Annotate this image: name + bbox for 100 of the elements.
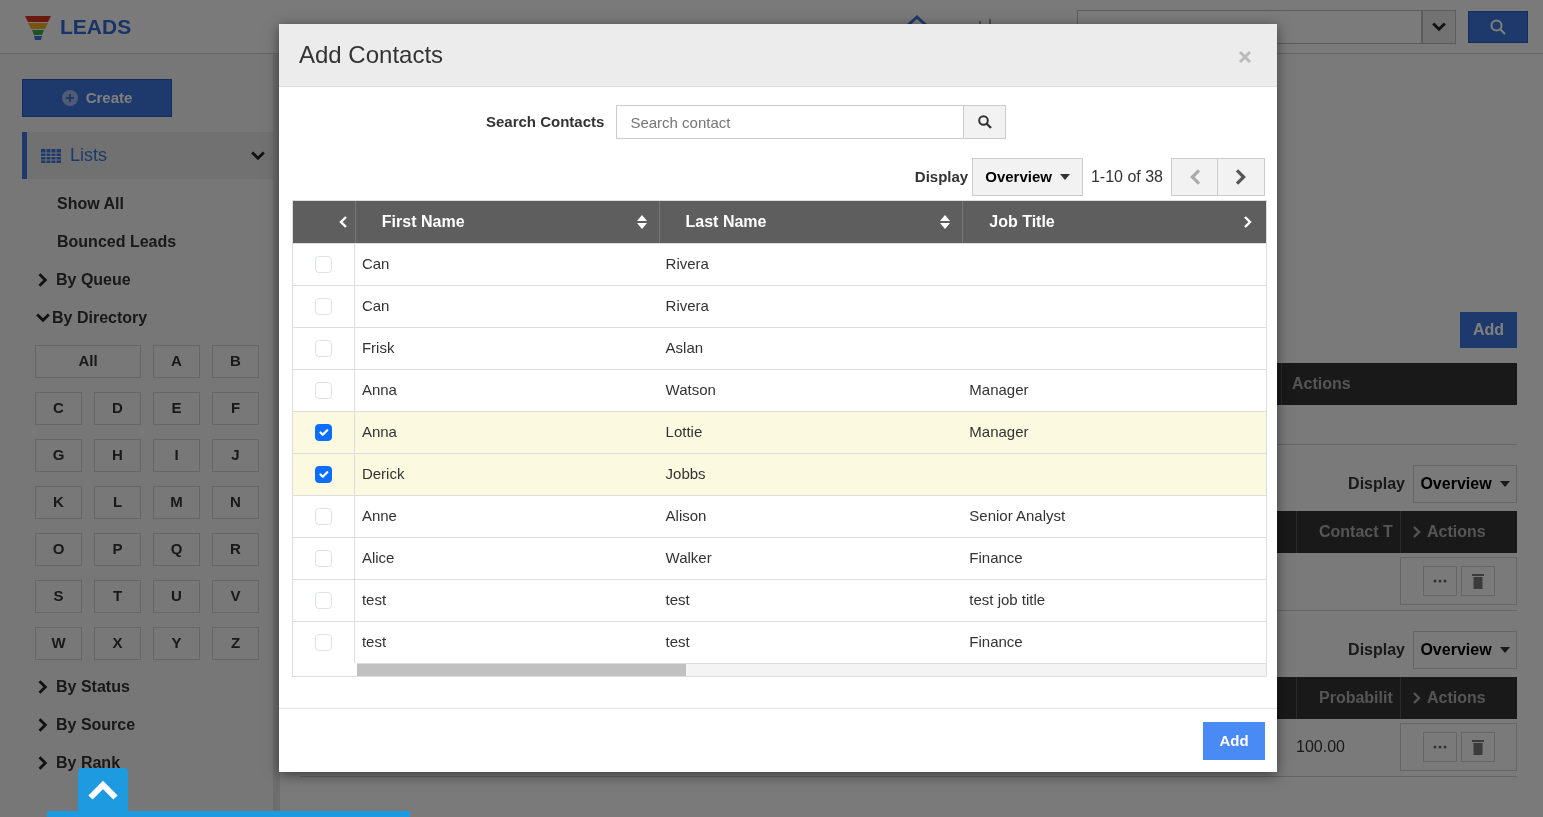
display-label: Display xyxy=(914,166,969,187)
search-label: Search Contacts xyxy=(486,111,605,132)
column-header[interactable]: Job Title xyxy=(962,201,1266,243)
sidebar-item[interactable]: By Queue xyxy=(22,261,273,299)
table-row[interactable]: Frisk Aslan xyxy=(293,327,1266,369)
letter-button[interactable]: N xyxy=(212,486,259,519)
letter-button[interactable]: B xyxy=(212,345,259,378)
letter-button[interactable]: L xyxy=(94,486,141,519)
table-cell: Jobbs xyxy=(665,465,706,483)
table-cell: Lottie xyxy=(665,423,703,441)
table-row[interactable]: Anna Lottie Manager xyxy=(293,411,1266,453)
column-header[interactable]: Actions xyxy=(1400,511,1517,553)
close-icon xyxy=(1239,50,1251,63)
display-select[interactable]: Overview xyxy=(1413,631,1517,669)
letter-button[interactable]: P xyxy=(94,533,141,566)
letter-button[interactable]: Q xyxy=(153,533,200,566)
delete-button[interactable] xyxy=(1460,732,1495,762)
display-label: Display xyxy=(1348,474,1405,494)
sidebar-item[interactable]: By Rank xyxy=(22,744,273,782)
table-row[interactable]: test test test job title xyxy=(293,579,1266,621)
trash-icon xyxy=(1471,739,1484,755)
letter-button[interactable]: I xyxy=(153,439,200,472)
table-icon xyxy=(40,147,62,164)
column-header[interactable]: First Name xyxy=(354,201,659,243)
letter-button[interactable]: D xyxy=(94,392,141,425)
plus-circle-icon xyxy=(61,90,78,106)
letter-button[interactable]: W xyxy=(35,627,82,660)
letter-button[interactable]: M xyxy=(153,486,200,519)
sidebar-item[interactable]: By Directory xyxy=(22,299,273,337)
table-cell: Derick xyxy=(361,465,405,483)
table-row[interactable]: Anne Alison Senior Analyst xyxy=(293,495,1266,537)
letter-button[interactable]: Y xyxy=(153,627,200,660)
trash-icon xyxy=(1471,573,1484,589)
column-header[interactable]: Actions xyxy=(1400,677,1517,719)
display-select[interactable]: Overview xyxy=(972,158,1083,196)
sidebar-item[interactable]: Show All xyxy=(22,185,273,223)
letter-button[interactable]: Z xyxy=(212,627,259,660)
more-button[interactable] xyxy=(1422,566,1457,596)
table-row[interactable]: Can Rivera xyxy=(293,243,1266,285)
table-cell: test job title xyxy=(969,591,1046,609)
letter-button[interactable]: J xyxy=(212,439,259,472)
chevron-right-icon xyxy=(1411,526,1423,538)
lists-header[interactable]: Lists xyxy=(22,132,273,179)
letter-button[interactable]: K xyxy=(35,486,82,519)
table-cell: Anna xyxy=(361,381,397,399)
table-row[interactable]: Derick Jobbs xyxy=(293,453,1266,495)
delete-button[interactable] xyxy=(1460,566,1495,596)
dropdown-button[interactable] xyxy=(1422,9,1456,44)
checkbox[interactable] xyxy=(314,466,332,483)
search-icon xyxy=(1490,18,1506,35)
sort-icon xyxy=(940,215,951,229)
search-field[interactable]: Search contact xyxy=(616,105,965,139)
table-cell: Rivera xyxy=(665,255,709,273)
table-cell: Finance xyxy=(969,549,1023,567)
table-cell: Finance xyxy=(969,633,1023,651)
column-header[interactable]: Actions xyxy=(1281,363,1517,405)
add-button[interactable]: Add xyxy=(1203,722,1265,760)
sidebar-item[interactable]: By Status xyxy=(22,668,273,706)
letter-button[interactable]: R xyxy=(212,533,259,566)
letter-button[interactable]: T xyxy=(94,580,141,613)
table-cell: Rivera xyxy=(665,297,709,315)
letter-button[interactable]: H xyxy=(94,439,141,472)
letter-button[interactable]: F xyxy=(212,392,259,425)
letter-button[interactable]: A xyxy=(153,345,200,378)
pagination-range: 1-10 of 38 xyxy=(1090,167,1163,187)
sidebar-item[interactable]: By Source xyxy=(22,706,273,744)
letter-button[interactable]: U xyxy=(153,580,200,613)
add-button[interactable]: Add xyxy=(1460,312,1517,348)
table-cell: Aslan xyxy=(665,339,704,357)
column-header[interactable]: Contact T xyxy=(1296,511,1400,553)
column-header[interactable]: Probabilit xyxy=(1296,677,1400,719)
table-cell: Alice xyxy=(361,549,395,567)
display-select[interactable]: Overview xyxy=(1413,465,1517,503)
create-button[interactable]: Create xyxy=(22,79,172,117)
letter-button[interactable]: G xyxy=(35,439,82,472)
more-icon xyxy=(1432,579,1447,583)
letter-button[interactable]: C xyxy=(35,392,82,425)
table-cell: Frisk xyxy=(361,339,395,357)
letter-button[interactable]: O xyxy=(35,533,82,566)
scroll-to-top-button[interactable] xyxy=(78,768,128,811)
caret-down-icon xyxy=(1059,174,1070,180)
sort-icon xyxy=(636,215,647,229)
letter-button[interactable]: All xyxy=(35,345,141,378)
chevron-right-icon xyxy=(1242,216,1254,228)
column-header[interactable]: Last Name xyxy=(658,201,963,243)
letter-button[interactable]: S xyxy=(35,580,82,613)
letter-button[interactable]: X xyxy=(94,627,141,660)
letter-button[interactable]: E xyxy=(153,392,200,425)
table-row[interactable]: Can Rivera xyxy=(293,285,1266,327)
search-icon xyxy=(977,115,992,129)
checkbox[interactable] xyxy=(314,424,332,441)
more-button[interactable] xyxy=(1422,732,1457,762)
table-cell: test xyxy=(361,633,387,651)
table-cell: Can xyxy=(361,255,390,273)
letter-button[interactable]: V xyxy=(212,580,259,613)
next-page-button[interactable] xyxy=(1218,158,1265,196)
scrollbar[interactable] xyxy=(357,663,1266,676)
caret-down-icon xyxy=(1499,481,1510,487)
sidebar-item[interactable]: Bounced Leads xyxy=(22,223,273,261)
table-row[interactable]: Alice Walker Finance xyxy=(293,537,1266,579)
